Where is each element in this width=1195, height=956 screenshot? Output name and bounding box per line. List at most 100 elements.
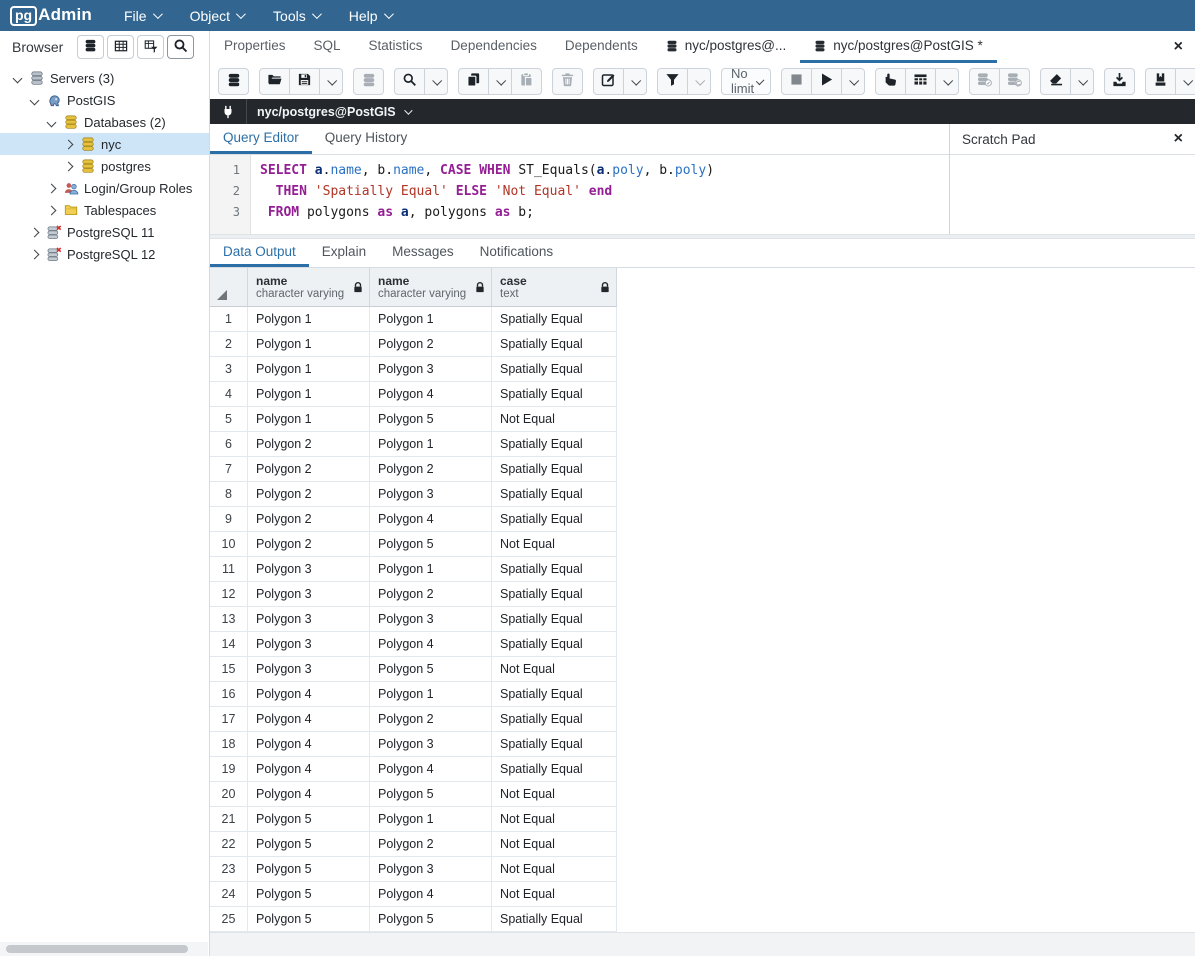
object-menu-button[interactable] xyxy=(77,35,104,59)
cell[interactable]: Polygon 4 xyxy=(248,707,370,732)
cell[interactable]: Polygon 1 xyxy=(370,807,492,832)
cell[interactable]: Polygon 5 xyxy=(248,907,370,932)
tree-item-tablespaces[interactable]: Tablespaces xyxy=(0,199,209,221)
paste-button[interactable] xyxy=(511,68,542,95)
row-number[interactable]: 21 xyxy=(210,807,248,832)
row-number[interactable]: 15 xyxy=(210,657,248,682)
row-number[interactable]: 12 xyxy=(210,582,248,607)
row-number[interactable]: 7 xyxy=(210,457,248,482)
menu-file[interactable]: File xyxy=(124,8,160,24)
tab-query-history[interactable]: Query History xyxy=(312,124,421,154)
cell[interactable]: Spatially Equal xyxy=(492,457,617,482)
cell[interactable]: Polygon 2 xyxy=(370,332,492,357)
cell[interactable]: Polygon 3 xyxy=(370,857,492,882)
menu-help[interactable]: Help xyxy=(349,8,391,24)
cell[interactable]: Polygon 5 xyxy=(370,907,492,932)
edit-button[interactable] xyxy=(593,68,624,95)
tree-item-databases-2-[interactable]: Databases (2) xyxy=(0,111,209,133)
row-number[interactable]: 6 xyxy=(210,432,248,457)
cell[interactable]: Polygon 2 xyxy=(248,507,370,532)
dropdown-button[interactable] xyxy=(935,68,959,95)
menu-object[interactable]: Object xyxy=(190,8,243,24)
row-number[interactable]: 19 xyxy=(210,757,248,782)
cell[interactable]: Polygon 3 xyxy=(248,582,370,607)
cell[interactable]: Polygon 3 xyxy=(248,657,370,682)
row-number[interactable]: 10 xyxy=(210,532,248,557)
cell[interactable]: Spatially Equal xyxy=(492,757,617,782)
tree-item-login-group-roles[interactable]: Login/Group Roles xyxy=(0,177,209,199)
chevron-right-icon[interactable] xyxy=(27,229,41,236)
cell[interactable]: Polygon 1 xyxy=(248,382,370,407)
cell[interactable]: Polygon 1 xyxy=(370,557,492,582)
filtered-rows-button[interactable] xyxy=(137,35,164,59)
cell[interactable]: Not Equal xyxy=(492,807,617,832)
tree-item-servers-3-[interactable]: Servers (3) xyxy=(0,67,209,89)
column-header-name-1[interactable]: namecharacter varying xyxy=(248,268,370,307)
cell[interactable]: Polygon 2 xyxy=(370,457,492,482)
stop-button[interactable] xyxy=(781,68,812,95)
explain-analyze-button[interactable] xyxy=(905,68,936,95)
execute-button[interactable] xyxy=(811,68,842,95)
row-number[interactable]: 23 xyxy=(210,857,248,882)
cell[interactable]: Polygon 5 xyxy=(370,532,492,557)
clear-button[interactable] xyxy=(1040,68,1071,95)
tab-sql[interactable]: SQL xyxy=(300,31,355,63)
macros-button[interactable] xyxy=(1145,68,1176,95)
table-view-button[interactable] xyxy=(107,35,134,59)
cell[interactable]: Polygon 3 xyxy=(370,732,492,757)
cell[interactable]: Polygon 3 xyxy=(370,607,492,632)
close-icon[interactable]: × xyxy=(1174,131,1183,147)
search-objects-button[interactable] xyxy=(167,35,194,59)
tab-query-editor[interactable]: Query Editor xyxy=(210,124,312,154)
row-number[interactable]: 16 xyxy=(210,682,248,707)
cell[interactable]: Spatially Equal xyxy=(492,607,617,632)
cell[interactable]: Not Equal xyxy=(492,407,617,432)
row-number[interactable]: 4 xyxy=(210,382,248,407)
tab-messages[interactable]: Messages xyxy=(379,239,467,267)
cell[interactable]: Spatially Equal xyxy=(492,732,617,757)
tab-explain[interactable]: Explain xyxy=(309,239,379,267)
row-number[interactable]: 14 xyxy=(210,632,248,657)
cell[interactable]: Spatially Equal xyxy=(492,332,617,357)
commit-button[interactable] xyxy=(969,68,1000,95)
cell[interactable]: Not Equal xyxy=(492,657,617,682)
cell[interactable]: Spatially Equal xyxy=(492,582,617,607)
connection-selector[interactable]: nyc/postgres@PostGIS xyxy=(257,105,410,119)
tree-item-postgis[interactable]: PostGIS xyxy=(0,89,209,111)
row-number[interactable]: 1 xyxy=(210,307,248,332)
column-header-name-2[interactable]: namecharacter varying xyxy=(370,268,492,307)
tab-properties[interactable]: Properties xyxy=(210,31,300,63)
menu-tools[interactable]: Tools xyxy=(273,8,319,24)
chevron-right-icon[interactable] xyxy=(61,163,75,170)
cell[interactable]: Spatially Equal xyxy=(492,557,617,582)
cell[interactable]: Polygon 1 xyxy=(370,682,492,707)
row-number[interactable]: 24 xyxy=(210,882,248,907)
row-number[interactable]: 9 xyxy=(210,507,248,532)
cell[interactable]: Polygon 2 xyxy=(248,432,370,457)
download-button[interactable] xyxy=(1104,68,1135,95)
row-number[interactable]: 5 xyxy=(210,407,248,432)
select-all-corner[interactable] xyxy=(210,268,248,307)
row-number[interactable]: 2 xyxy=(210,332,248,357)
cell[interactable]: Polygon 4 xyxy=(370,882,492,907)
dropdown-button[interactable] xyxy=(687,68,711,95)
cell[interactable]: Polygon 2 xyxy=(370,582,492,607)
cell[interactable]: Polygon 4 xyxy=(370,757,492,782)
tab-statistics[interactable]: Statistics xyxy=(355,31,437,63)
tab-nyc-postgres[interactable]: nyc/postgres@... xyxy=(652,31,801,63)
cell[interactable]: Polygon 1 xyxy=(248,332,370,357)
cell[interactable]: Polygon 5 xyxy=(248,807,370,832)
dropdown-button[interactable] xyxy=(424,68,448,95)
chevron-right-icon[interactable] xyxy=(61,141,75,148)
delete-button[interactable] xyxy=(552,68,583,95)
sidebar-scrollbar-track[interactable] xyxy=(0,942,208,956)
filter-button[interactable] xyxy=(657,68,688,95)
open-file-button[interactable] xyxy=(259,68,290,95)
cell[interactable]: Not Equal xyxy=(492,882,617,907)
row-limit-select[interactable]: No limit xyxy=(721,68,771,95)
close-icon[interactable]: × xyxy=(1174,39,1183,55)
cell[interactable]: Polygon 4 xyxy=(370,632,492,657)
cell[interactable]: Polygon 2 xyxy=(370,832,492,857)
tree-item-postgresql-11[interactable]: PostgreSQL 11 xyxy=(0,221,209,243)
cell[interactable]: Spatially Equal xyxy=(492,307,617,332)
